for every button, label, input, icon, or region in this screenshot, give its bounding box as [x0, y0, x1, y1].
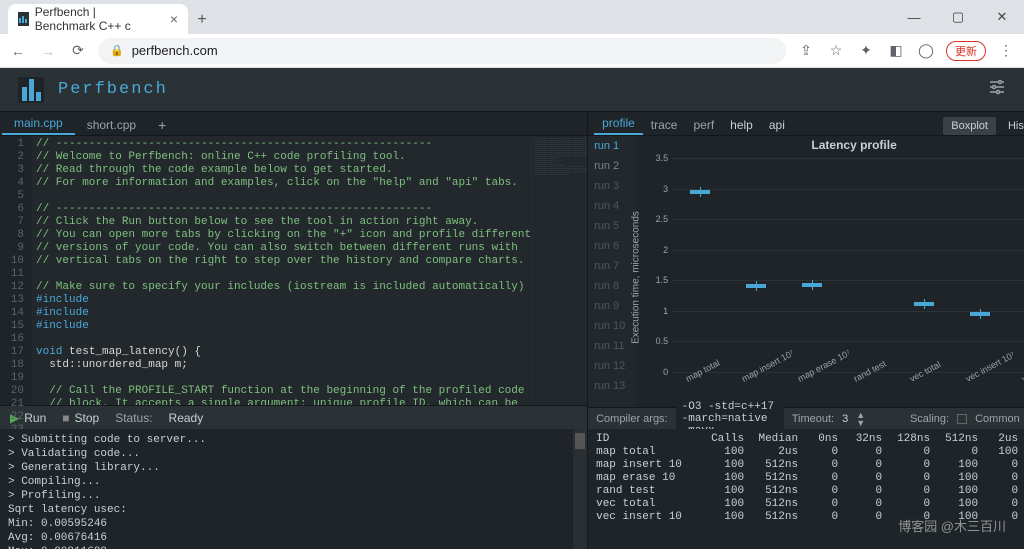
run-item[interactable]: run 3 — [588, 176, 636, 196]
share-icon[interactable]: ⇪ — [796, 42, 816, 59]
settings-sliders-icon[interactable] — [988, 78, 1006, 101]
run-item[interactable]: run 2 — [588, 156, 636, 176]
browser-tab-bar: Perfbench | Benchmark C++ c × + — ▢ ✕ — [0, 0, 1024, 34]
compiler-args-bar: Compiler args: -O3 -std=c++17 -march=nat… — [588, 407, 1024, 429]
view-tab-perf[interactable]: perf — [685, 114, 722, 135]
run-item[interactable]: run 4 — [588, 196, 636, 216]
url-text: perfbench.com — [132, 43, 218, 58]
lock-icon: 🔒 — [110, 44, 124, 57]
sidepanel-icon[interactable]: ◧ — [886, 42, 906, 59]
run-item[interactable]: run 10 — [588, 316, 636, 336]
extensions-icon[interactable]: ✦ — [856, 42, 876, 59]
address-bar[interactable]: 🔒 perfbench.com — [98, 38, 786, 64]
common-checkbox[interactable] — [957, 414, 967, 424]
brand-icon — [18, 77, 44, 103]
file-tab[interactable]: main.cpp — [2, 112, 75, 135]
table-row[interactable]: map erase 10100512ns00010000 — [596, 472, 1024, 485]
run-list: run 1run 2run 3run 4run 5run 6run 7run 8… — [588, 136, 636, 407]
run-item[interactable]: run 8 — [588, 276, 636, 296]
forward-icon[interactable]: → — [38, 43, 58, 59]
minimap[interactable]: ▪▪▪▪▪▪▪▪▪▪▪▪▪▪▪▪▪▪▪▪▪▪▪▪▪▪▪▪▪▪▪▪▪▪▪▪▪▪▪▪… — [531, 136, 587, 405]
boxplot-marker — [914, 302, 934, 306]
profile-icon[interactable]: ◯ — [916, 42, 936, 59]
common-label: Common — [975, 413, 1020, 425]
window-maximize-icon[interactable]: ▢ — [936, 0, 980, 34]
timeout-value: 3 — [842, 413, 848, 425]
run-item[interactable]: run 6 — [588, 236, 636, 256]
update-button[interactable]: 更新 — [946, 41, 986, 61]
browser-tab-title: Perfbench | Benchmark C++ c — [35, 5, 158, 33]
table-row[interactable]: rand test100512ns00010000 — [596, 485, 1024, 498]
view-tab-help[interactable]: help — [722, 114, 761, 135]
run-item[interactable]: run 1 — [588, 136, 636, 156]
console-output[interactable]: > Submitting code to server...> Validati… — [0, 429, 587, 549]
window-close-icon[interactable]: ✕ — [980, 0, 1024, 34]
brand[interactable]: Perfbench — [18, 77, 168, 103]
run-item[interactable]: run 9 — [588, 296, 636, 316]
timeout-label: Timeout: — [792, 413, 834, 425]
table-row[interactable]: vec total100512ns00010000 — [596, 498, 1024, 511]
table-row[interactable]: map total1002us00001000 — [596, 446, 1024, 459]
plot-area: 00.511.522.533.5 — [672, 158, 1024, 373]
reload-icon[interactable]: ⟳ — [68, 42, 88, 59]
back-icon[interactable]: ← — [8, 43, 28, 59]
view-tab-api[interactable]: api — [761, 114, 793, 135]
stats-table[interactable]: IDCallsMedian0ns32ns128ns512ns2us8usmap … — [588, 429, 1024, 549]
menu-icon[interactable]: ⋮ — [996, 42, 1016, 59]
boxplot-button[interactable]: Boxplot — [943, 117, 996, 135]
favicon-icon — [18, 12, 29, 26]
latency-chart: Latency profile Execution time, microsec… — [636, 136, 1024, 407]
boxplot-marker — [746, 284, 766, 288]
code-area[interactable]: // -------------------------------------… — [32, 136, 531, 405]
boxplot-marker — [690, 190, 710, 194]
scrollbar-track[interactable] — [573, 429, 587, 549]
run-item[interactable]: run 11 — [588, 336, 636, 356]
scaling-label: Scaling: — [910, 413, 949, 425]
table-row[interactable]: map insert 10100512ns00010000 — [596, 459, 1024, 472]
file-tabs: main.cppshort.cpp+ — [0, 112, 587, 136]
chart-title: Latency profile — [811, 138, 896, 152]
run-item[interactable]: run 13 — [588, 376, 636, 396]
browser-tab[interactable]: Perfbench | Benchmark C++ c × — [8, 4, 188, 34]
new-tab-button[interactable]: + — [188, 6, 216, 34]
file-tab[interactable]: short.cpp — [75, 114, 148, 135]
close-tab-icon[interactable]: × — [170, 11, 178, 27]
boxplot-marker — [802, 283, 822, 287]
run-item[interactable]: run 5 — [588, 216, 636, 236]
table-header: IDCallsMedian0ns32ns128ns512ns2us8us — [596, 433, 1024, 446]
stop-button[interactable]: ■Stop — [62, 411, 99, 425]
add-file-tab[interactable]: + — [148, 115, 176, 135]
run-item[interactable]: run 12 — [588, 356, 636, 376]
status-value: Ready — [169, 411, 204, 425]
stop-icon: ■ — [62, 411, 69, 425]
code-editor[interactable]: 1234567891011121314151617181920212223 //… — [0, 136, 587, 405]
view-tab-profile[interactable]: profile — [594, 112, 643, 135]
star-icon[interactable]: ☆ — [826, 42, 846, 59]
window-minimize-icon[interactable]: — — [892, 0, 936, 34]
x-axis-labels: map totalmap insert 10⁷map erase 10⁷rand… — [672, 375, 1024, 403]
run-item[interactable]: run 7 — [588, 256, 636, 276]
app-header: Perfbench — [0, 68, 1024, 112]
y-axis-label: Execution time, microseconds — [631, 211, 642, 344]
view-tab-trace[interactable]: trace — [643, 114, 686, 135]
compiler-args-label: Compiler args: — [596, 413, 668, 425]
view-tabs: profiletraceperfhelpapi Boxplot Histogra… — [588, 112, 1024, 136]
browser-toolbar: ← → ⟳ 🔒 perfbench.com ⇪ ☆ ✦ ◧ ◯ 更新 ⋮ — [0, 34, 1024, 68]
brand-text: Perfbench — [58, 80, 168, 99]
scrollbar-thumb[interactable] — [575, 433, 585, 449]
line-gutter: 1234567891011121314151617181920212223 — [0, 136, 32, 405]
timeout-stepper-icon[interactable]: ▲▼ — [856, 411, 865, 427]
histogram-button[interactable]: Histogram — [1000, 117, 1024, 135]
boxplot-marker — [970, 312, 990, 316]
run-bar: ▶Run ■Stop Status: Ready — [0, 405, 587, 429]
table-row[interactable]: vec insert 10100512ns00010000 — [596, 511, 1024, 524]
status-label: Status: — [115, 411, 152, 425]
